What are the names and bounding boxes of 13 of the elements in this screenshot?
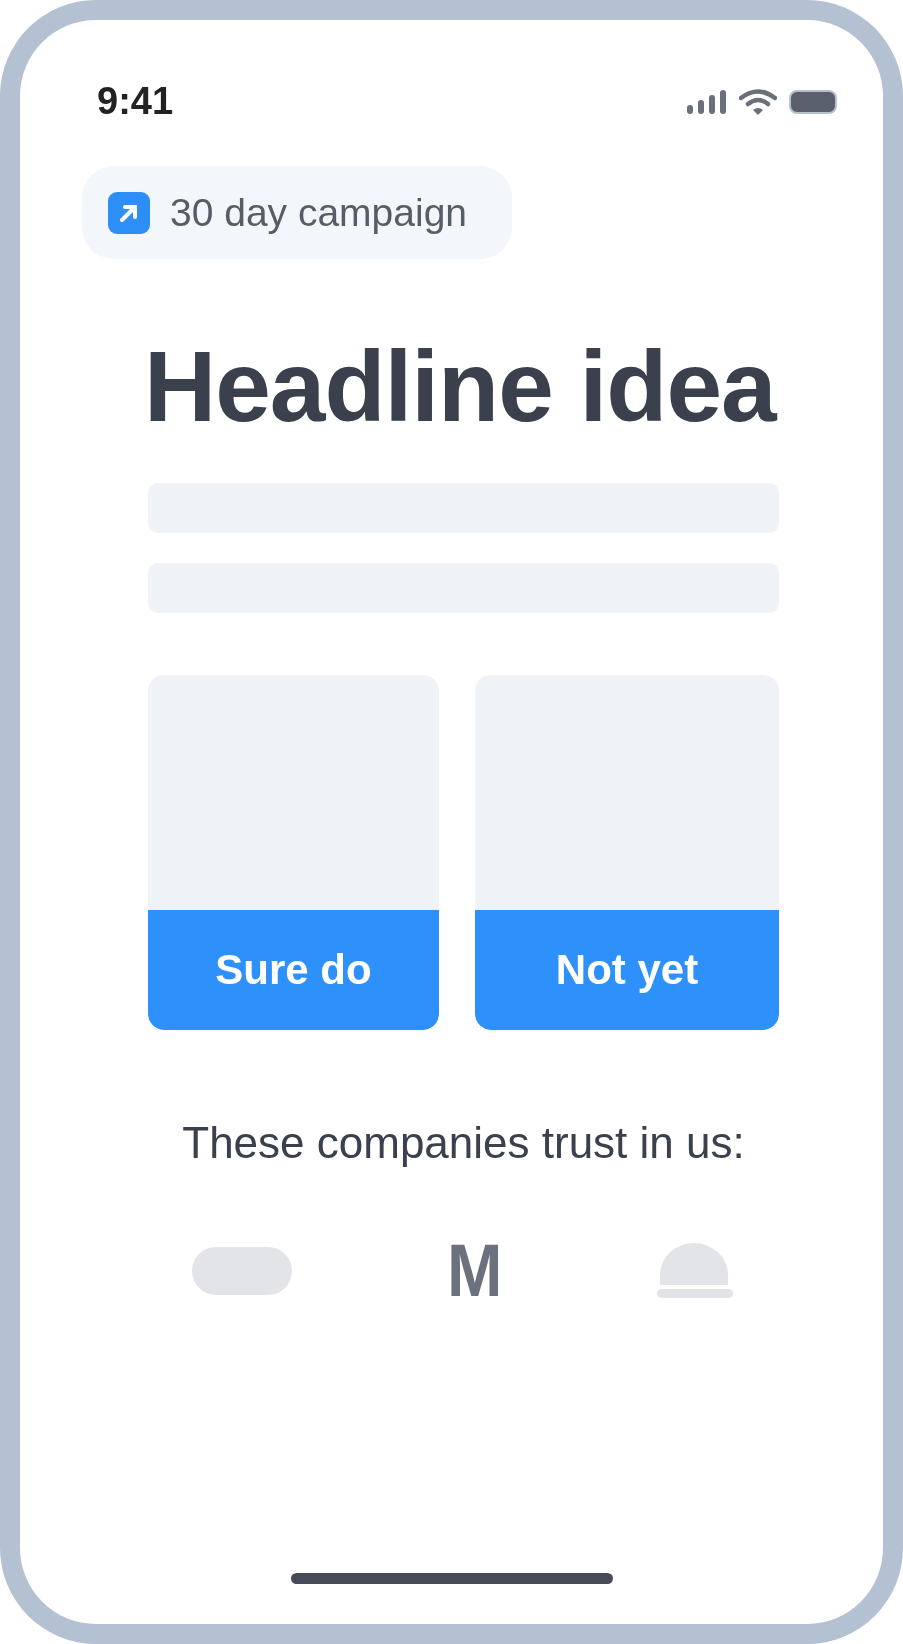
company-logo-icon	[192, 1247, 292, 1295]
wifi-icon	[739, 88, 777, 115]
company-logo-icon	[657, 1243, 733, 1299]
trust-text: These companies trust in us:	[181, 1118, 746, 1168]
status-time: 9:41	[97, 80, 174, 123]
choice-button[interactable]: Not yet	[475, 910, 779, 1030]
battery-icon	[789, 89, 837, 114]
company-logo: M	[446, 1234, 503, 1308]
signal-icon	[687, 89, 727, 114]
choice-button[interactable]: Sure do	[148, 910, 439, 1030]
arrow-up-right-icon	[108, 191, 150, 234]
headline: Headline idea	[144, 331, 778, 441]
badge-label: 30 day campaign	[170, 190, 468, 235]
